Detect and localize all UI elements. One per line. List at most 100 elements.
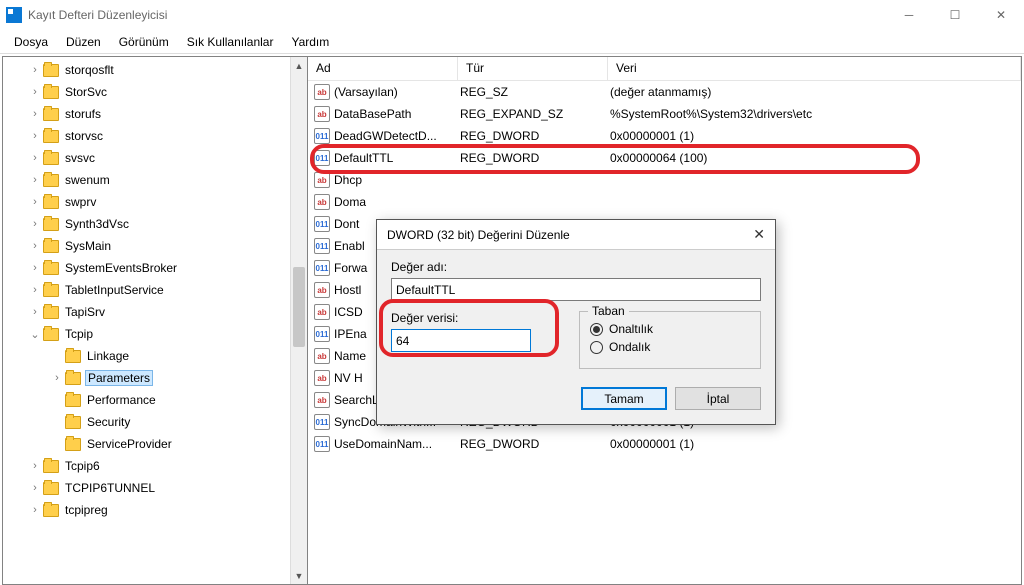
tree-item[interactable]: › StorSvc: [3, 81, 307, 103]
expand-icon[interactable]: ›: [29, 130, 41, 142]
expand-icon[interactable]: ›: [29, 86, 41, 98]
expand-icon[interactable]: ›: [29, 504, 41, 516]
col-type[interactable]: Tür: [458, 57, 608, 80]
tree-item[interactable]: ›SysMain: [3, 235, 307, 257]
value-icon: 011: [314, 128, 330, 144]
tree-item-label: storqosflt: [63, 63, 116, 77]
folder-icon: [43, 262, 59, 275]
folder-icon: [65, 416, 81, 429]
folder-icon: [43, 504, 59, 517]
tree-item-label: StorSvc: [63, 85, 109, 99]
tree-item[interactable]: › TCPIP6TUNNEL: [3, 477, 307, 499]
value-name: ICSD: [334, 305, 363, 319]
value-icon: ab: [314, 84, 330, 100]
tree-item[interactable]: ⌄Tcpip: [3, 323, 307, 345]
tree-item[interactable]: ›storvsc: [3, 125, 307, 147]
scroll-down-icon[interactable]: ▼: [291, 567, 307, 584]
value-icon: ab: [314, 370, 330, 386]
tree-item[interactable]: ›TabletInputService: [3, 279, 307, 301]
tree-item[interactable]: › storufs: [3, 103, 307, 125]
tree-item-label: TCPIP6TUNNEL: [63, 481, 157, 495]
value-name: DefaultTTL: [334, 151, 393, 165]
expand-icon[interactable]: ›: [29, 460, 41, 472]
scroll-up-icon[interactable]: ▲: [291, 57, 307, 74]
menu-view[interactable]: Görünüm: [111, 33, 177, 51]
scroll-thumb[interactable]: [293, 267, 305, 347]
expand-icon[interactable]: ›: [29, 152, 41, 164]
tree-item-label: storufs: [63, 107, 103, 121]
titlebar: Kayıt Defteri Düzenleyicisi ─ ☐ ✕: [0, 0, 1024, 30]
expand-icon[interactable]: ›: [29, 482, 41, 494]
tree-item[interactable]: ›SystemEventsBroker: [3, 257, 307, 279]
expand-icon[interactable]: ›: [29, 306, 41, 318]
expand-icon[interactable]: ⌄: [29, 328, 41, 341]
menu-file[interactable]: Dosya: [6, 33, 56, 51]
value-name-field[interactable]: [391, 278, 761, 301]
dialog-close-icon[interactable]: ✕: [753, 226, 765, 243]
folder-icon: [43, 218, 59, 231]
folder-icon: [43, 328, 59, 341]
list-row[interactable]: 011DefaultTTLREG_DWORD0x00000064 (100): [308, 147, 1021, 169]
col-data[interactable]: Veri: [608, 57, 1021, 80]
tree-item-label: Security: [85, 415, 132, 429]
value-name: IPEna: [334, 327, 367, 341]
ok-button[interactable]: Tamam: [581, 387, 667, 410]
tree-item[interactable]: › storqosflt: [3, 59, 307, 81]
tree-item-label: Parameters: [85, 370, 153, 386]
value-icon: ab: [314, 172, 330, 188]
folder-icon: [43, 108, 59, 121]
radio-dec-icon: [590, 341, 603, 354]
list-row[interactable]: 011DeadGWDetectD...REG_DWORD0x00000001 (…: [308, 125, 1021, 147]
expand-icon[interactable]: ›: [29, 262, 41, 274]
menu-edit[interactable]: Düzen: [58, 33, 109, 51]
tree-item[interactable]: › swenum: [3, 169, 307, 191]
expand-icon[interactable]: ›: [51, 372, 63, 384]
tree-item[interactable]: › Parameters: [3, 367, 307, 389]
maximize-button[interactable]: ☐: [932, 0, 978, 30]
value-name: (Varsayılan): [334, 85, 398, 99]
expand-icon[interactable]: ›: [29, 64, 41, 76]
folder-icon: [43, 482, 59, 495]
menu-fav[interactable]: Sık Kullanılanlar: [179, 33, 282, 51]
tree-item[interactable]: Linkage: [3, 345, 307, 367]
expand-icon[interactable]: ›: [29, 240, 41, 252]
expand-icon[interactable]: ›: [29, 174, 41, 186]
list-header: Ad Tür Veri: [308, 57, 1021, 81]
expand-icon[interactable]: ›: [29, 108, 41, 120]
tree-item-label: svsvc: [63, 151, 97, 165]
tree-item[interactable]: Performance: [3, 389, 307, 411]
tree-scrollbar[interactable]: ▲ ▼: [290, 57, 307, 584]
tree-item[interactable]: Security: [3, 411, 307, 433]
list-row[interactable]: abDataBasePathREG_EXPAND_SZ%SystemRoot%\…: [308, 103, 1021, 125]
tree-item[interactable]: ›swprv: [3, 191, 307, 213]
cancel-button[interactable]: İptal: [675, 387, 761, 410]
expand-icon[interactable]: ›: [29, 196, 41, 208]
folder-icon: [43, 130, 59, 143]
value-data-field[interactable]: [391, 329, 531, 352]
close-button[interactable]: ✕: [978, 0, 1024, 30]
tree-item[interactable]: › svsvc: [3, 147, 307, 169]
radio-dec[interactable]: Ondalık: [590, 340, 750, 354]
expand-icon[interactable]: ›: [29, 284, 41, 296]
expand-icon[interactable]: ›: [29, 218, 41, 230]
tree-item[interactable]: › Synth3dVsc: [3, 213, 307, 235]
folder-icon: [43, 240, 59, 253]
tree-item[interactable]: ›TapiSrv: [3, 301, 307, 323]
menu-help[interactable]: Yardım: [283, 33, 337, 51]
value-name: NV H: [334, 371, 363, 385]
tree-item-label: swenum: [63, 173, 112, 187]
tree-item[interactable]: ›tcpipreg: [3, 499, 307, 521]
list-row[interactable]: abDoma: [308, 191, 1021, 213]
list-row[interactable]: abDhcp: [308, 169, 1021, 191]
value-icon: 011: [314, 238, 330, 254]
list-row[interactable]: ab(Varsayılan)REG_SZ(değer atanmamış): [308, 81, 1021, 103]
col-name[interactable]: Ad: [308, 57, 458, 80]
tree-item[interactable]: ServiceProvider: [3, 433, 307, 455]
tree-item[interactable]: ›Tcpip6: [3, 455, 307, 477]
value-data-label: Değer verisi:: [391, 311, 561, 325]
radio-hex[interactable]: Onaltılık: [590, 322, 750, 336]
list-row[interactable]: 011UseDomainNam...REG_DWORD0x00000001 (1…: [308, 433, 1021, 455]
minimize-button[interactable]: ─: [886, 0, 932, 30]
tree-item-label: Synth3dVsc: [63, 217, 131, 231]
value-name: DataBasePath: [334, 107, 411, 121]
